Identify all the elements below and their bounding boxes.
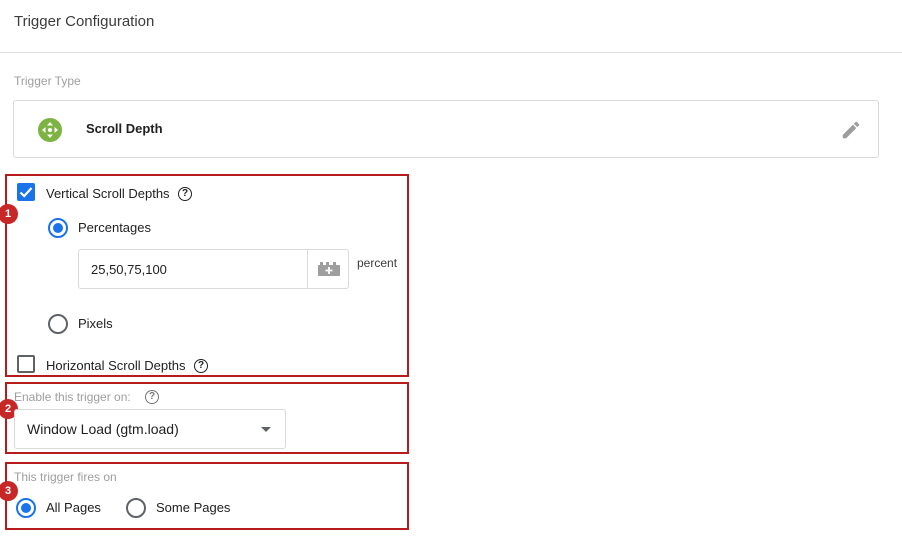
page-title: Trigger Configuration (14, 13, 155, 30)
pencil-edit-icon[interactable] (840, 119, 862, 141)
percentages-radio[interactable] (48, 218, 68, 238)
horizontal-scroll-checkbox[interactable] (17, 355, 35, 373)
all-pages-label: All Pages (46, 500, 101, 515)
help-icon[interactable]: ? (194, 359, 208, 373)
scroll-arrows-icon (38, 118, 62, 142)
percentages-label: Percentages (78, 220, 151, 235)
variable-block-icon (318, 262, 340, 276)
variable-picker-button[interactable] (307, 250, 349, 288)
percentages-input[interactable]: 25,50,75,100 (78, 249, 349, 289)
caret-down-icon (261, 427, 271, 432)
enable-trigger-selected-value: Window Load (gtm.load) (27, 421, 179, 437)
percentages-input-value: 25,50,75,100 (91, 262, 167, 277)
pixels-label: Pixels (78, 316, 113, 331)
vertical-scroll-checkbox[interactable] (17, 183, 35, 201)
trigger-type-card[interactable]: Scroll Depth (13, 100, 879, 158)
enable-trigger-select[interactable]: Window Load (gtm.load) (14, 409, 286, 449)
pixels-radio[interactable] (48, 314, 68, 334)
some-pages-radio[interactable] (126, 498, 146, 518)
header-divider (0, 52, 902, 53)
checkmark-icon (19, 187, 33, 198)
horizontal-scroll-label: Horizontal Scroll Depths (46, 358, 186, 373)
percent-unit-label: percent (357, 256, 398, 270)
some-pages-label: Some Pages (156, 500, 231, 515)
trigger-type-label: Trigger Type (14, 74, 81, 88)
help-icon[interactable]: ? (145, 390, 159, 404)
vertical-scroll-label: Vertical Scroll Depths (46, 186, 170, 201)
help-icon[interactable]: ? (178, 187, 192, 201)
all-pages-radio[interactable] (16, 498, 36, 518)
fires-on-label: This trigger fires on (14, 470, 117, 484)
enable-trigger-label: Enable this trigger on: (14, 390, 131, 404)
trigger-type-name: Scroll Depth (86, 121, 163, 136)
